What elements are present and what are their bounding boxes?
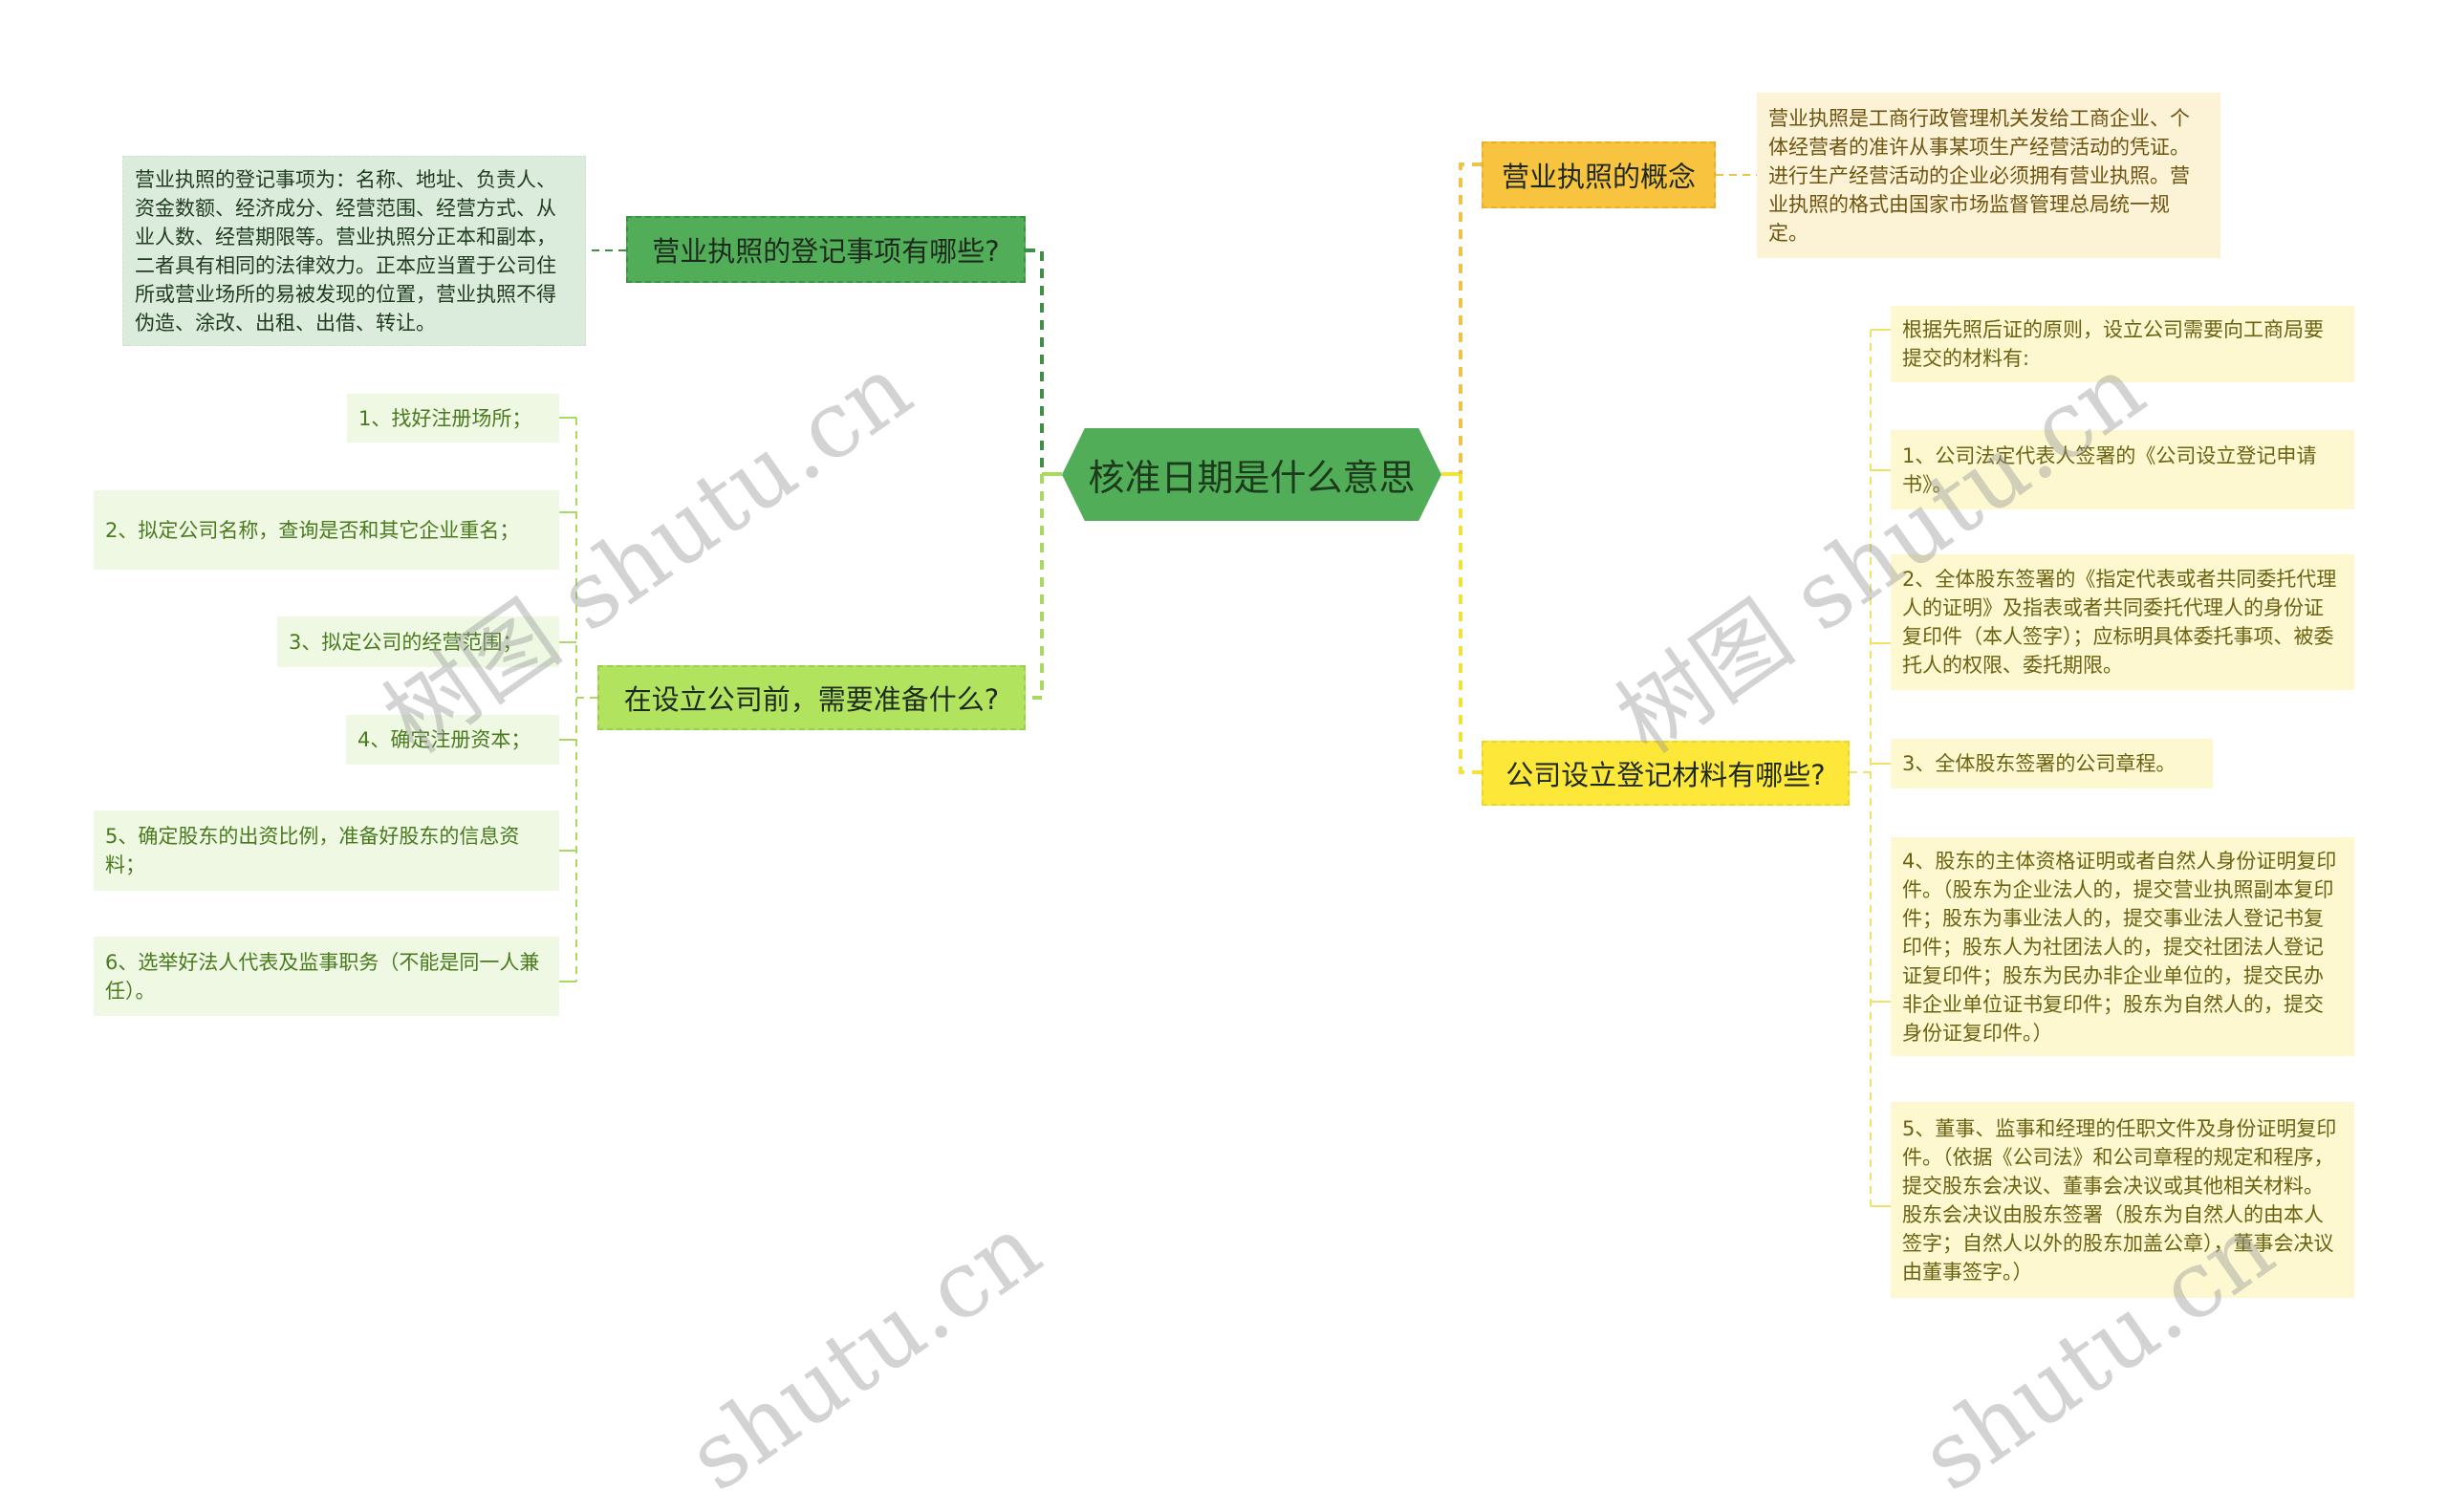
prepare-step-5[interactable]: 5、确定股东的出资比例，准备好股东的信息资料；	[94, 810, 559, 891]
materials-intro-text: 根据先照后证的原则，设立公司需要向工商局要提交的材料有:	[1902, 318, 2324, 370]
materials-item-5[interactable]: 5、董事、监事和经理的任职文件及身份证明复印件。（依据《公司法》和公司章程的规定…	[1891, 1102, 2354, 1298]
license-concept-description-text: 营业执照是工商行政管理机关发给工商企业、个体经营者的准许从事某项生产经营活动的凭…	[1768, 106, 2190, 245]
connector-l2-children	[559, 417, 576, 983]
branch-license-concept-label: 营业执照的概念	[1501, 161, 1696, 193]
prepare-step-6[interactable]: 6、选举好法人代表及监事职务（不能是同一人兼任）。	[94, 937, 559, 1016]
materials-item-5-text: 5、董事、监事和经理的任职文件及身份证明复印件。（依据《公司法》和公司章程的规定…	[1902, 1116, 2337, 1284]
mind-map-canvas: 核准日期是什么意思 营业执照的登记事项有哪些? 营业执照的登记事项为：名称、地址…	[0, 0, 2447, 1512]
branch-license-concept[interactable]: 营业执照的概念	[1482, 141, 1716, 208]
license-concept-description[interactable]: 营业执照是工商行政管理机关发给工商企业、个体经营者的准许从事某项生产经营活动的凭…	[1757, 93, 2220, 258]
branch-registration-items[interactable]: 营业执照的登记事项有哪些?	[626, 216, 1026, 283]
connector-right-trunk-upper	[1459, 162, 1482, 474]
prepare-step-3-text: 3、拟定公司的经营范围；	[289, 630, 523, 654]
connector-left-trunk-lower	[1026, 474, 1044, 700]
branch-registration-materials[interactable]: 公司设立登记材料有哪些?	[1482, 741, 1850, 806]
prepare-step-1-text: 1、找好注册场所；	[358, 406, 532, 430]
prepare-step-4[interactable]: 4、确定注册资本；	[346, 715, 559, 765]
prepare-step-5-text: 5、确定股东的出资比例，准备好股东的信息资料；	[105, 825, 520, 876]
registration-items-description-text: 营业执照的登记事项为：名称、地址、负责人、资金数额、经济成分、经营范围、经营方式…	[135, 167, 556, 335]
branch-registration-items-label: 营业执照的登记事项有哪些?	[652, 235, 1000, 268]
prepare-step-6-text: 6、选举好法人代表及监事职务（不能是同一人兼任）。	[105, 950, 540, 1003]
prepare-step-2[interactable]: 2、拟定公司名称，查询是否和其它企业重名；	[94, 490, 559, 570]
branch-prepare-before-setup-label: 在设立公司前，需要准备什么?	[623, 683, 1000, 716]
materials-item-4-text: 4、股东的主体资格证明或者自然人身份证明复印件。（股东为企业法人的，提交营业执照…	[1902, 849, 2337, 1045]
prepare-step-4-text: 4、确定注册资本；	[357, 728, 531, 751]
connector-right-trunk-lower	[1459, 474, 1482, 774]
connector-r2-children	[1871, 329, 1891, 1207]
materials-item-3[interactable]: 3、全体股东签署的公司章程。	[1891, 739, 2213, 788]
branch-registration-materials-label: 公司设立登记材料有哪些?	[1505, 759, 1826, 791]
materials-intro[interactable]: 根据先照后证的原则，设立公司需要向工商局要提交的材料有:	[1891, 306, 2354, 382]
prepare-step-2-text: 2、拟定公司名称，查询是否和其它企业重名；	[105, 518, 520, 542]
registration-items-description[interactable]: 营业执照的登记事项为：名称、地址、负责人、资金数额、经济成分、经营范围、经营方式…	[122, 156, 586, 346]
materials-item-1-text: 1、公司法定代表人签署的《公司设立登记申请书》。	[1902, 443, 2317, 496]
materials-item-3-text: 3、全体股东签署的公司章程。	[1902, 752, 2176, 775]
central-topic-label: 核准日期是什么意思	[1088, 457, 1416, 499]
materials-item-4[interactable]: 4、股东的主体资格证明或者自然人身份证明复印件。（股东为企业法人的，提交营业执照…	[1891, 837, 2354, 1056]
branch-prepare-before-setup[interactable]: 在设立公司前，需要准备什么?	[597, 665, 1026, 730]
prepare-step-1[interactable]: 1、找好注册场所；	[347, 394, 559, 443]
materials-item-1[interactable]: 1、公司法定代表人签署的《公司设立登记申请书》。	[1891, 430, 2354, 509]
connector-left-trunk-upper	[1026, 248, 1044, 474]
materials-item-2-text: 2、全体股东签署的《指定代表或者共同委托代理人的证明》及指表或者共同委托代理人的…	[1902, 568, 2337, 677]
central-topic[interactable]: 核准日期是什么意思	[1062, 428, 1441, 521]
prepare-step-3[interactable]: 3、拟定公司的经营范围；	[277, 616, 559, 667]
materials-item-2[interactable]: 2、全体股东签署的《指定代表或者共同委托代理人的证明》及指表或者共同委托代理人的…	[1891, 554, 2354, 690]
